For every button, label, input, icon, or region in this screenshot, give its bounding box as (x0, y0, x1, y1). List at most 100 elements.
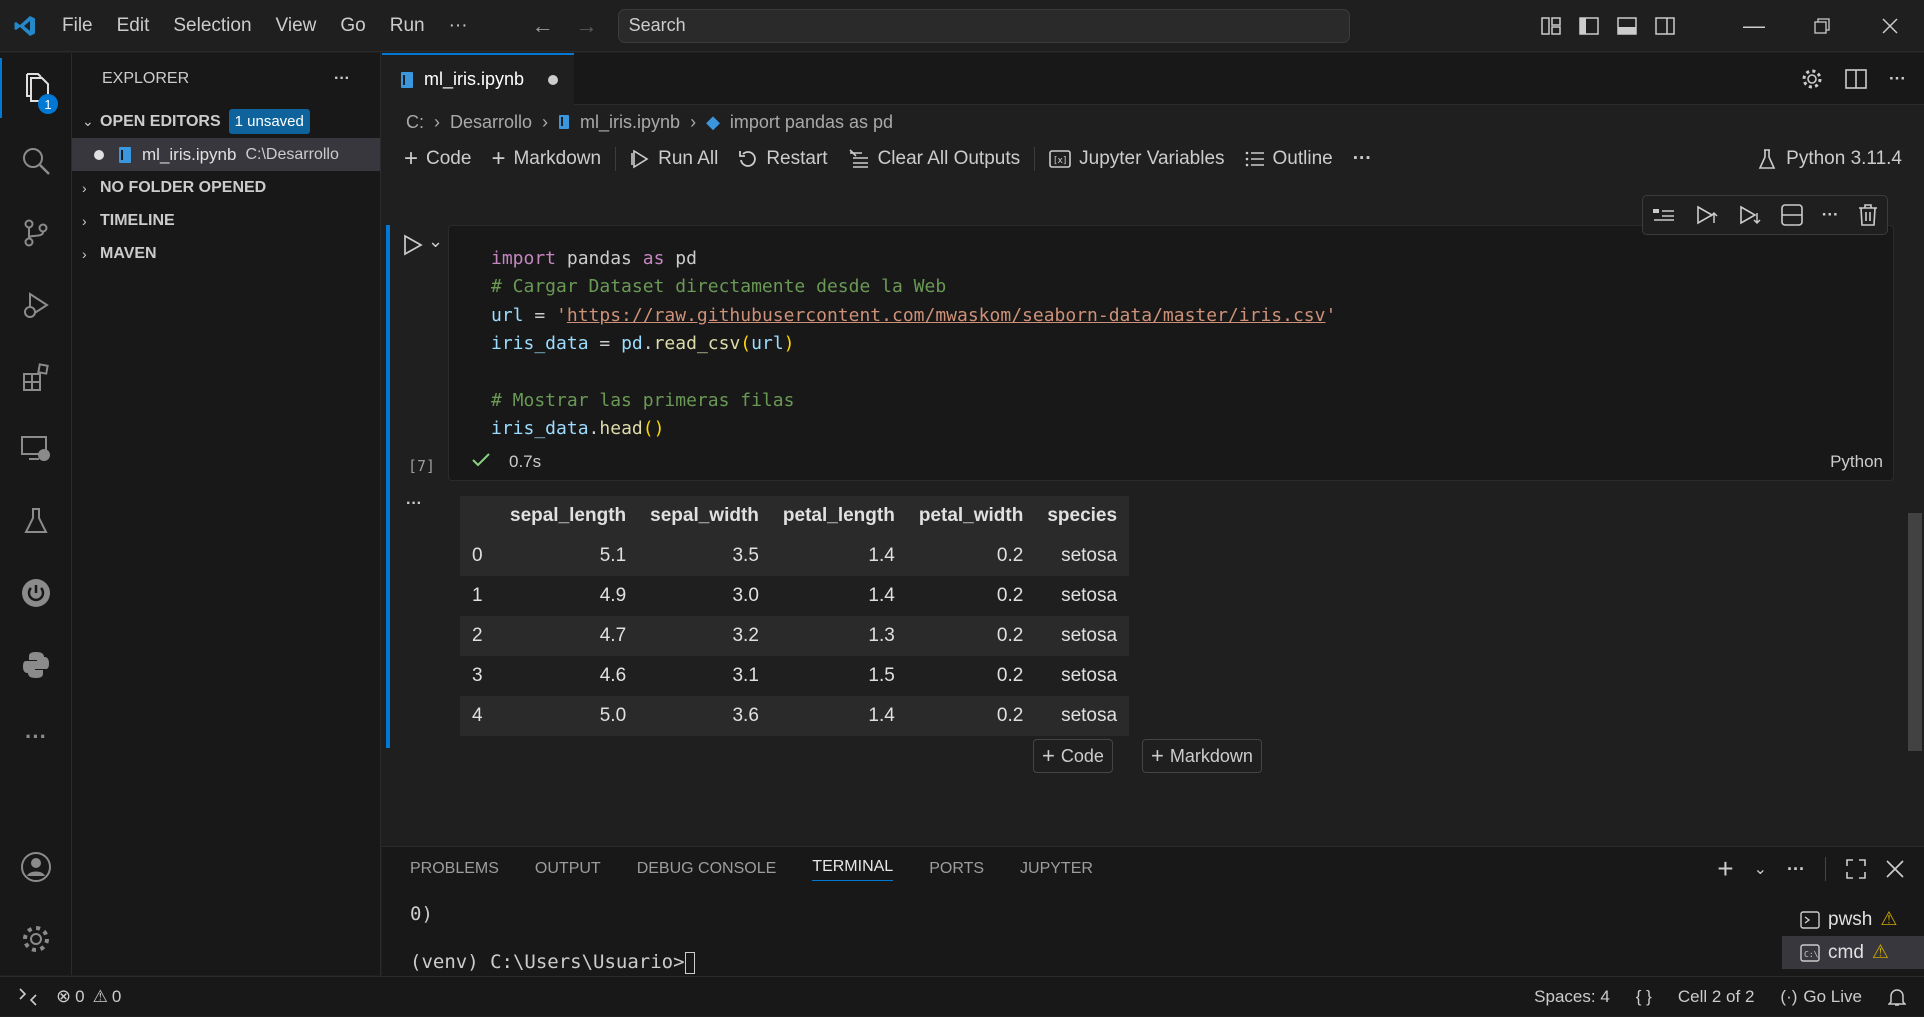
menu-selection[interactable]: Selection (161, 15, 263, 37)
add-code-cell-below-button[interactable]: + Code (1033, 739, 1113, 773)
go-live-button[interactable]: (·) Go Live (1780, 987, 1862, 1007)
open-editors-section[interactable]: ⌄ OPEN EDITORS 1 unsaved (72, 105, 380, 138)
output-more-button[interactable]: ··· (406, 495, 422, 513)
menu-go[interactable]: Go (328, 15, 377, 37)
menu-more[interactable]: ··· (437, 15, 480, 37)
cell-position-status[interactable]: Cell 2 of 2 (1678, 987, 1755, 1007)
terminal-profile-chevron-icon[interactable]: ⌄ (1754, 859, 1767, 879)
terminal-item-cmd[interactable]: C:\ cmd ⚠ (1782, 936, 1924, 969)
add-markdown-cell-below-button[interactable]: + Markdown (1142, 739, 1262, 773)
maven-section[interactable]: › MAVEN (72, 237, 380, 270)
kernel-picker[interactable]: Python 3.11.4 (1758, 139, 1902, 179)
toggle-panel-icon[interactable] (1608, 0, 1646, 52)
jupyter-variables-button[interactable]: [x] Jupyter Variables (1039, 148, 1234, 170)
command-center-search[interactable]: Search (617, 8, 1350, 43)
split-cell-icon[interactable] (1781, 204, 1803, 226)
run-debug-icon[interactable] (0, 275, 72, 335)
cell-more-icon[interactable]: ··· (1822, 205, 1839, 225)
table-cell: 1.4 (770, 536, 907, 576)
remote-indicator-icon[interactable] (0, 987, 56, 1006)
terminal-prompt-line[interactable]: (venv) C:\Users\Usuario> (410, 951, 695, 974)
column-header: sepal_length (498, 496, 639, 536)
menu-edit[interactable]: Edit (105, 15, 162, 37)
editor-scrollbar-thumb[interactable] (1908, 513, 1922, 751)
open-editor-item[interactable]: ml_iris.ipynb C:\Desarrollo (72, 138, 380, 171)
power-extension-icon[interactable] (0, 563, 72, 623)
add-code-cell-button[interactable]: + Code (394, 145, 481, 173)
table-cell: 3.6 (638, 696, 771, 736)
settings-gear-icon[interactable] (0, 909, 72, 969)
add-markdown-cell-button[interactable]: + Markdown (481, 145, 611, 173)
delete-cell-trash-icon[interactable] (1858, 204, 1878, 226)
cell-language[interactable]: Python (1830, 452, 1883, 472)
code-cell-editor[interactable]: import pandas as pd # Cargar Dataset dir… (448, 225, 1894, 481)
code-comment: # Mostrar las primeras filas (491, 390, 795, 411)
close-panel-icon[interactable] (1886, 860, 1904, 878)
variables-icon: [x] (1049, 150, 1071, 168)
forward-arrow-icon[interactable]: → (576, 13, 598, 39)
run-below-icon[interactable] (1738, 204, 1762, 226)
tab-terminal[interactable]: TERMINAL (812, 858, 894, 881)
timeline-section[interactable]: › TIMELINE (72, 204, 380, 237)
new-terminal-plus-icon[interactable]: + (1717, 853, 1733, 885)
search-icon[interactable] (0, 131, 72, 191)
menu-run[interactable]: Run (378, 15, 437, 37)
tab-output[interactable]: OUTPUT (535, 860, 601, 878)
back-arrow-icon[interactable]: ← (532, 13, 554, 39)
table-cell: 0.2 (906, 696, 1036, 736)
minimize-icon[interactable]: — (1720, 0, 1788, 52)
accounts-icon[interactable] (0, 837, 72, 897)
split-editor-icon[interactable] (1845, 69, 1867, 89)
terminal-output-line: 0) (410, 903, 433, 925)
run-above-icon[interactable] (1695, 204, 1719, 226)
breadcrumb-drive[interactable]: C: (406, 112, 424, 133)
table-cell: setosa (1035, 696, 1130, 736)
terminal-item-pwsh[interactable]: pwsh ⚠ (1782, 903, 1924, 936)
tab-problems[interactable]: PROBLEMS (410, 860, 499, 878)
breadcrumb-folder[interactable]: Desarrollo (450, 112, 532, 133)
breadcrumb-file[interactable]: ml_iris.ipynb (580, 112, 680, 133)
no-folder-section[interactable]: › NO FOLDER OPENED (72, 171, 380, 204)
toggle-secondary-sidebar-icon[interactable] (1646, 0, 1684, 52)
menu-file[interactable]: File (50, 15, 105, 37)
unsaved-dot-icon[interactable] (548, 74, 559, 85)
notebook-settings-gear-icon[interactable] (1801, 68, 1823, 90)
editor-more-icon[interactable]: ··· (1889, 69, 1906, 89)
run-cell-icon[interactable] (402, 233, 424, 257)
more-views-icon[interactable]: ··· (0, 707, 72, 767)
dataset-url-link[interactable]: https://raw.githubusercontent.com/mwasko… (567, 305, 1326, 326)
column-header: sepal_width (638, 496, 771, 536)
breadcrumb-symbol[interactable]: import pandas as pd (730, 112, 893, 133)
table-row: 0 5.1 3.5 1.4 0.2 setosa (460, 536, 1130, 576)
maximize-panel-icon[interactable] (1846, 859, 1866, 879)
notifications-bell-icon[interactable] (1888, 987, 1906, 1007)
testing-icon[interactable] (0, 491, 72, 551)
tab-debug-console[interactable]: DEBUG CONSOLE (637, 860, 777, 878)
python-icon[interactable] (0, 635, 72, 695)
sidebar-more-button[interactable]: ··· (334, 70, 350, 88)
tab-ports[interactable]: PORTS (929, 860, 984, 878)
explorer-icon[interactable]: 1 (0, 58, 72, 118)
indentation-status[interactable]: Spaces: 4 (1534, 987, 1610, 1007)
toggle-primary-sidebar-icon[interactable] (1570, 0, 1608, 52)
tab-ml-iris[interactable]: ml_iris.ipynb (382, 52, 574, 105)
unsaved-dot-icon[interactable] (94, 149, 104, 160)
restore-icon[interactable] (1788, 0, 1856, 52)
clear-all-outputs-button[interactable]: Clear All Outputs (838, 148, 1031, 170)
panel-more-button[interactable]: ··· (1787, 859, 1805, 880)
source-control-icon[interactable] (0, 203, 72, 263)
close-window-icon[interactable] (1856, 0, 1924, 52)
restart-button[interactable]: Restart (728, 148, 837, 170)
problems-indicator[interactable]: ⊗ 0 ⚠ 0 (56, 986, 121, 1007)
tab-jupyter[interactable]: JUPYTER (1020, 860, 1093, 878)
customize-layout-icon[interactable] (1532, 0, 1570, 52)
run-all-button[interactable]: Run All (620, 148, 728, 170)
outline-button[interactable]: Outline (1235, 148, 1343, 170)
menu-view[interactable]: View (264, 15, 329, 37)
execute-above-icon[interactable] (1652, 205, 1676, 225)
run-options-chevron-icon[interactable]: ⌄ (428, 231, 443, 252)
extensions-icon[interactable] (0, 347, 72, 407)
remote-explorer-icon[interactable] (0, 419, 72, 479)
toolbar-more-button[interactable]: ··· (1343, 148, 1382, 170)
language-braces-status[interactable]: { } (1636, 987, 1652, 1007)
